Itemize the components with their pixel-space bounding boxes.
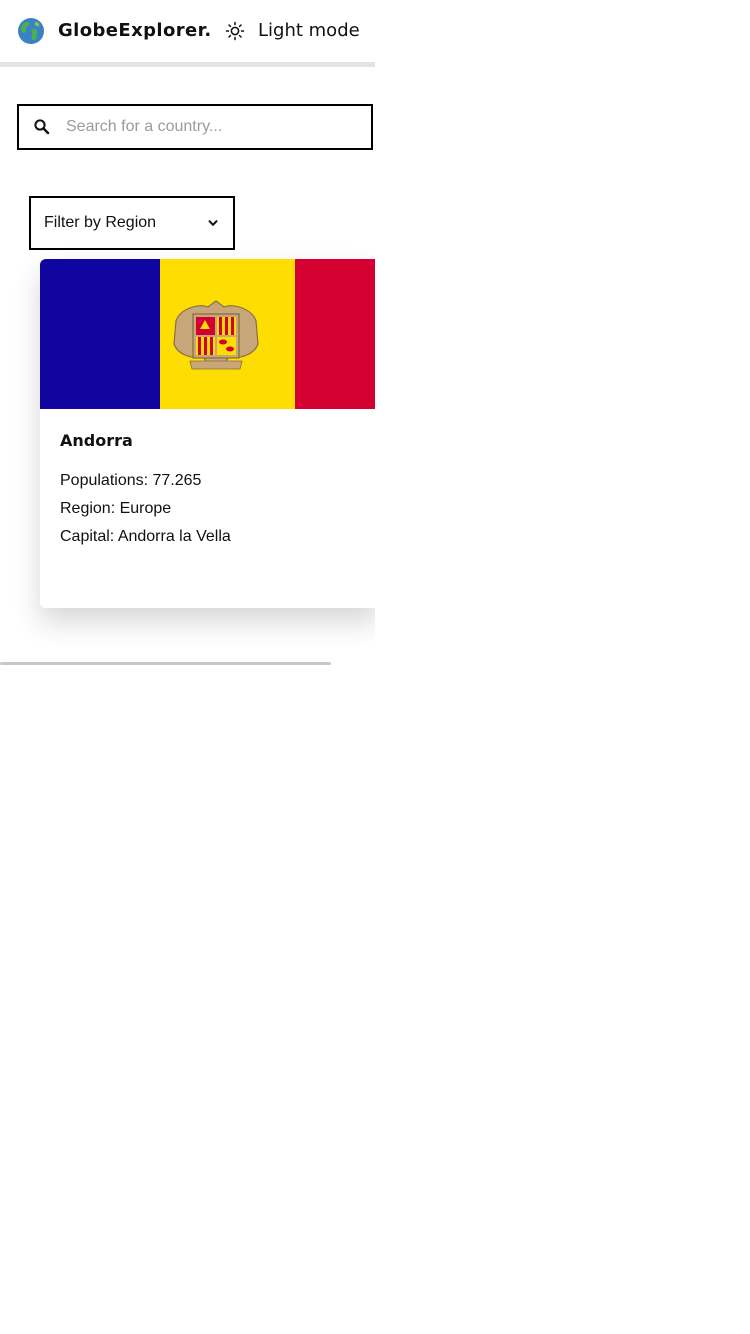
search-input[interactable] [66,118,346,136]
sun-icon [225,21,245,41]
app-viewport: GlobeExplorer. Light mode Search for a c… [0,0,375,667]
region-filter-label: Filter by Region [44,214,157,231]
search-bar[interactable] [17,104,373,150]
region-filter-dropdown[interactable]: Filter by Region [29,196,235,250]
theme-toggle-button[interactable]: Light mode [225,18,360,44]
chevron-down-icon [208,220,218,226]
header-divider [0,62,375,67]
country-flag [40,259,375,409]
country-name: Andorra [60,431,133,450]
country-card[interactable]: Andorra Populations: 77.265 Region: Euro… [40,259,375,608]
country-region: Region: Europe [60,500,172,517]
search-icon [34,119,50,135]
theme-toggle-label: Light mode [258,20,360,41]
country-population: Populations: 77.265 [60,472,202,489]
country-capital: Capital: Andorra la Vella [60,528,231,545]
app-header: GlobeExplorer. Light mode [0,0,375,62]
app-title: GlobeExplorer. [58,20,212,41]
horizontal-scrollbar[interactable] [0,662,331,665]
globe-icon [18,18,44,44]
